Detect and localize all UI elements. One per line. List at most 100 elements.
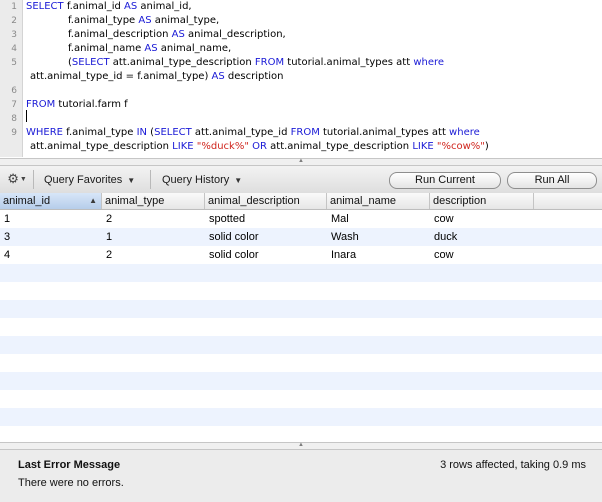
sql-keyword: AS (211, 71, 225, 82)
row-stripe (0, 336, 602, 354)
query-favorites-label: Query Favorites (44, 174, 123, 186)
code-line[interactable]: SELECT f.animal_id AS animal_id, (26, 0, 192, 14)
cell-description[interactable]: duck (430, 228, 534, 246)
column-header-description[interactable]: description (430, 193, 534, 209)
sql-keyword: SELECT (154, 127, 192, 138)
sql-text: att.animal_type_description (266, 141, 413, 152)
sql-text: tutorial.farm f (55, 99, 128, 110)
sql-keyword: where (449, 127, 480, 138)
chevron-down-icon: ▼ (234, 176, 243, 185)
sql-keyword: AS (124, 1, 138, 12)
cell-animal-description[interactable]: solid color (205, 228, 327, 246)
query-history-label: Query History (162, 174, 230, 186)
results-header: animal_id ▲ animal_type animal_descripti… (0, 193, 602, 210)
sql-text: f.animal_type (63, 127, 137, 138)
sql-keyword: FROM (290, 127, 320, 138)
toolbar-divider (33, 170, 34, 189)
sql-text: att.animal_type_description (109, 57, 255, 68)
column-header-animal-id[interactable]: animal_id ▲ (0, 193, 102, 209)
cell-animal-description[interactable]: spotted (205, 210, 327, 228)
column-header-label: description (433, 195, 487, 207)
rows-affected-status: 3 rows affected, taking 0.9 ms (440, 459, 586, 471)
column-header-animal-type[interactable]: animal_type (102, 193, 205, 209)
row-stripe (0, 408, 602, 426)
sql-keyword: IN (136, 127, 147, 138)
code-line[interactable]: FROM tutorial.farm f (26, 98, 128, 112)
results-grid[interactable]: animal_id ▲ animal_type animal_descripti… (0, 193, 602, 442)
line-number: 7 (11, 100, 17, 110)
run-all-button[interactable]: Run All (507, 172, 597, 189)
cell-description[interactable]: cow (430, 246, 534, 264)
cell-animal-name[interactable]: Inara (327, 246, 430, 264)
cell-animal-type[interactable]: 2 (102, 210, 205, 228)
sql-text: animal_id, (137, 1, 192, 12)
sql-text: f.animal_type (68, 15, 139, 26)
results-splitter[interactable]: ▲ (0, 442, 602, 450)
line-number: 9 (11, 128, 17, 138)
code-line[interactable]: f.animal_type AS animal_type, (68, 14, 219, 28)
editor-splitter[interactable]: ▲ (0, 158, 602, 166)
cell-animal-name[interactable]: Mal (327, 210, 430, 228)
sql-keyword: WHERE (26, 127, 63, 138)
cell-animal-description[interactable]: solid color (205, 246, 327, 264)
cell-description[interactable]: cow (430, 210, 534, 228)
sql-editor[interactable]: 1 2 3 4 5 6 7 8 9 SELECT f.animal_id AS … (0, 0, 602, 157)
query-toolbar: ⚙▼ Query Favorites ▼ Query History ▼ Run C… (0, 166, 602, 194)
sql-keyword: where (413, 57, 445, 68)
column-header-animal-description[interactable]: animal_description (205, 193, 327, 209)
cell-animal-id[interactable]: 4 (0, 246, 102, 264)
line-number-gutter: 1 2 3 4 5 6 7 8 9 (0, 0, 23, 157)
cell-animal-id[interactable]: 1 (0, 210, 102, 228)
chevron-down-icon: ▼ (127, 176, 136, 185)
sql-string: "%cow%" (436, 141, 485, 152)
error-message-text: There were no errors. (18, 477, 124, 489)
sql-keyword: FROM (254, 57, 285, 68)
splitter-grip-icon: ▲ (298, 442, 304, 448)
cell-animal-type[interactable]: 1 (102, 228, 205, 246)
cell-animal-type[interactable]: 2 (102, 246, 205, 264)
column-header-label: animal_type (105, 195, 165, 207)
toolbar-divider (150, 170, 151, 189)
code-line[interactable]: f.animal_name AS animal_name, (68, 42, 231, 56)
cell-animal-name[interactable]: Wash (327, 228, 430, 246)
status-panel: Last Error Message There were no errors.… (0, 450, 602, 502)
sql-text: ) (484, 141, 489, 152)
sql-keyword: LIKE (172, 141, 194, 152)
gear-icon[interactable]: ⚙▼ (6, 171, 28, 187)
cell-animal-id[interactable]: 3 (0, 228, 102, 246)
error-message-title: Last Error Message (18, 459, 121, 471)
line-number: 5 (11, 58, 17, 68)
code-line[interactable]: att.animal_type_id = f.animal_type) AS d… (30, 70, 284, 84)
column-header-label: animal_name (330, 195, 397, 207)
line-number: 1 (11, 2, 17, 12)
sql-keyword: LIKE (412, 141, 434, 152)
sort-ascending-icon: ▲ (89, 196, 97, 205)
code-line[interactable]: f.animal_description AS animal_descripti… (68, 28, 286, 42)
sql-text: f.animal_name (68, 43, 145, 54)
sql-keyword: FROM (26, 99, 56, 110)
code-line[interactable]: (SELECT att.animal_type_description FROM… (68, 56, 444, 70)
sql-string: "%duck%" (196, 141, 249, 152)
line-number: 6 (11, 86, 17, 96)
column-header-label: animal_id (3, 195, 51, 207)
code-line[interactable]: WHERE f.animal_type IN (SELECT att.anima… (26, 126, 480, 140)
run-current-button[interactable]: Run Current (389, 172, 501, 189)
line-number: 8 (11, 114, 17, 124)
row-stripe (0, 264, 602, 282)
sql-text: att.animal_type_id (191, 127, 291, 138)
sql-keyword: SELECT (71, 57, 110, 68)
line-number: 3 (11, 30, 17, 40)
sql-text: f.animal_id (63, 1, 125, 12)
column-header-animal-name[interactable]: animal_name (327, 193, 430, 209)
query-favorites-menu[interactable]: Query Favorites ▼ (44, 172, 135, 188)
code-line[interactable]: att.animal_type_description LIKE "%duck%… (30, 140, 489, 154)
sql-text: animal_description, (184, 29, 286, 40)
query-history-menu[interactable]: Query History ▼ (162, 172, 242, 188)
column-header-label: animal_description (208, 195, 300, 207)
sql-text: att.animal_type_id = f.animal_type) (30, 71, 212, 82)
sql-text: f.animal_description (68, 29, 172, 40)
sql-text: animal_name, (157, 43, 232, 54)
sql-text: animal_type, (151, 15, 220, 26)
sql-text: description (224, 71, 284, 82)
sql-keyword: AS (171, 29, 185, 40)
